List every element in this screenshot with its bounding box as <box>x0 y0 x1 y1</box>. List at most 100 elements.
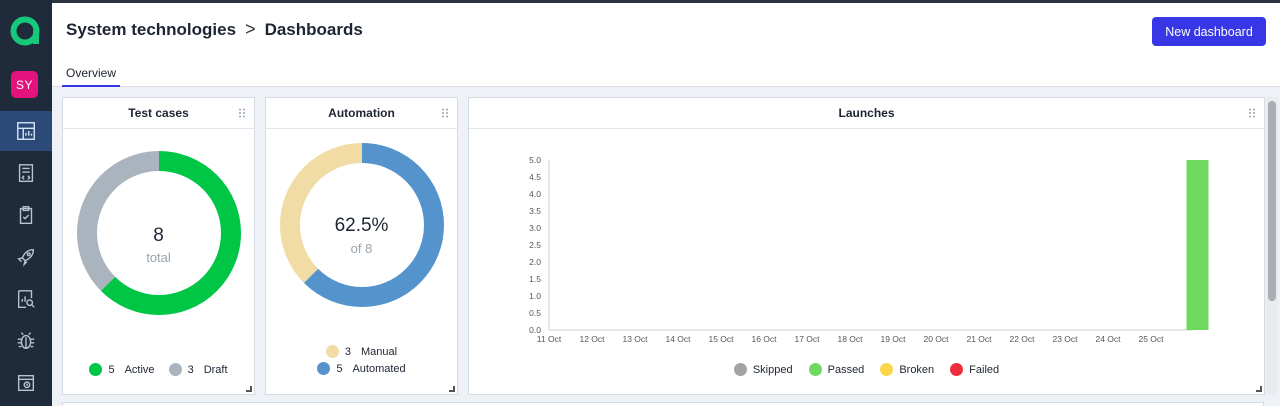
y-tick-label: 1.5 <box>529 274 541 284</box>
legend-label: Active <box>124 363 155 376</box>
y-tick-label: 2.5 <box>529 240 541 250</box>
legend-count: 3 <box>187 363 194 376</box>
y-tick-label: 0.5 <box>529 308 541 318</box>
test-plans-icon <box>19 206 33 224</box>
legend-item-passed[interactable]: Passed <box>808 363 864 376</box>
sidebar-item-analytics[interactable] <box>0 279 52 319</box>
legend-dot <box>880 363 894 376</box>
legend-item-manual[interactable]: 3 Manual <box>325 345 398 358</box>
legend-label: Broken <box>899 363 935 376</box>
x-tick-label: 19 Oct <box>880 334 906 344</box>
x-tick-label: 22 Oct <box>1009 334 1035 344</box>
legend-dot <box>168 363 182 376</box>
total-label: total <box>146 250 171 265</box>
resize-handle-icon[interactable] <box>449 386 455 392</box>
dashboard-icon <box>17 122 35 140</box>
test-cases-widget: Test cases 8 total 5 Active 3 Draft <box>62 97 255 395</box>
x-tick-label: 20 Oct <box>923 334 949 344</box>
vertical-scrollbar[interactable] <box>1266 97 1278 395</box>
widget-title: Test cases <box>63 98 254 129</box>
legend-dot <box>808 363 822 376</box>
x-tick-label: 25 Oct <box>1138 334 1164 344</box>
automation-legend: 3 Manual 5 Automated <box>266 345 457 375</box>
sidebar-item-defects[interactable] <box>0 321 52 361</box>
launches-widget: Launches 0.0 0.5 1.0 1.5 2.0 2.5 3.0 3.5 4.0 4.5 5… <box>468 97 1265 395</box>
legend-label: Automated <box>352 362 406 375</box>
legend-count: 3 <box>344 345 352 358</box>
sidebar-item-jobs[interactable] <box>0 363 52 403</box>
test-cases-donut-chart: 8 total <box>63 129 254 329</box>
launches-rocket-icon <box>17 248 35 267</box>
sidebar-item-test-cases[interactable] <box>0 153 52 193</box>
automation-of-label: of 8 <box>350 241 373 256</box>
y-tick-label: 3.0 <box>529 223 541 233</box>
bar-passed-25-oct[interactable] <box>1186 160 1209 330</box>
legend-label: Skipped <box>752 363 793 376</box>
page-header: System technologies > Dashboards New das… <box>52 3 1280 87</box>
sidebar: SY <box>0 0 52 406</box>
automation-donut-chart: 62.5% of 8 <box>266 129 457 329</box>
allure-logo-icon[interactable] <box>8 14 42 48</box>
chevron-right-icon: > <box>245 19 256 39</box>
y-tick-label: 4.0 <box>529 189 541 199</box>
y-tick-label: 4.5 <box>529 172 541 182</box>
analytics-icon <box>17 290 35 308</box>
y-tick-label: 1.0 <box>529 291 541 301</box>
resize-handle-icon[interactable] <box>1256 386 1262 392</box>
launches-bar-chart: 0.00.51.01.52.02.53.03.54.04.55.011 Oct 1… <box>529 155 1209 344</box>
sidebar-item-launches[interactable] <box>0 237 52 277</box>
legend-count: 5 <box>336 362 343 375</box>
test-cases-icon <box>18 164 34 182</box>
jobs-icon <box>17 374 35 392</box>
x-tick-label: 21 Oct <box>966 334 992 344</box>
x-tick-label: 17 Oct <box>794 334 820 344</box>
drag-handle-icon[interactable] <box>238 108 246 118</box>
legend-item-automated[interactable]: 5 Automated <box>317 362 406 375</box>
x-tick-label: 12 Oct <box>579 334 605 344</box>
x-tick-label: 11 Oct <box>537 334 562 344</box>
test-cases-legend: 5 Active 3 Draft <box>63 363 254 376</box>
tab-overview[interactable]: Overview <box>62 63 121 87</box>
legend-item-skipped[interactable]: Skipped <box>733 363 793 376</box>
x-tick-label: 16 Oct <box>751 334 777 344</box>
legend-item-broken[interactable]: Broken <box>880 363 934 376</box>
x-tick-label: 23 Oct <box>1052 334 1078 344</box>
x-tick-label: 24 Oct <box>1095 334 1121 344</box>
breadcrumb: System technologies > Dashboards <box>66 19 363 40</box>
scrollbar-thumb[interactable] <box>1268 101 1276 301</box>
next-widget-row <box>62 402 1264 406</box>
legend-item-draft[interactable]: 3 Draft <box>168 363 228 376</box>
legend-item-failed[interactable]: Failed <box>950 363 999 376</box>
widget-title: Launches <box>469 98 1264 129</box>
x-tick-label: 13 Oct <box>622 334 648 344</box>
sidebar-item-dashboards[interactable] <box>0 111 52 151</box>
legend-dot <box>950 363 964 376</box>
y-tick-label: 5.0 <box>529 155 541 165</box>
widget-title: Automation <box>266 98 457 129</box>
legend-dot <box>325 345 339 358</box>
y-tick-label: 3.5 <box>529 206 541 216</box>
drag-handle-icon[interactable] <box>441 108 449 118</box>
drag-handle-icon[interactable] <box>1248 108 1256 118</box>
x-tick-label: 15 Oct <box>708 334 734 344</box>
legend-label: Failed <box>969 363 1000 376</box>
project-avatar[interactable]: SY <box>11 71 38 98</box>
legend-dot <box>89 363 103 376</box>
x-tick-label: 18 Oct <box>837 334 863 344</box>
x-tick-label: 14 Oct <box>665 334 691 344</box>
legend-dot <box>317 362 331 375</box>
resize-handle-icon[interactable] <box>246 386 252 392</box>
y-tick-label: 2.0 <box>529 257 541 267</box>
sidebar-item-test-plans[interactable] <box>0 195 52 235</box>
legend-item-active[interactable]: 5 Active <box>89 363 155 376</box>
legend-dot <box>733 363 747 376</box>
page-title: Dashboards <box>264 19 363 39</box>
automation-percent: 62.5% <box>334 215 389 236</box>
legend-label: Manual <box>361 345 398 358</box>
new-dashboard-button[interactable]: New dashboard <box>1152 17 1266 46</box>
legend-label: Draft <box>203 363 228 376</box>
legend-count: 5 <box>108 363 115 376</box>
defects-bug-icon <box>17 332 35 350</box>
breadcrumb-project-link[interactable]: System technologies <box>66 20 236 40</box>
launches-legend: Skipped Passed Broken Failed <box>469 363 1264 376</box>
